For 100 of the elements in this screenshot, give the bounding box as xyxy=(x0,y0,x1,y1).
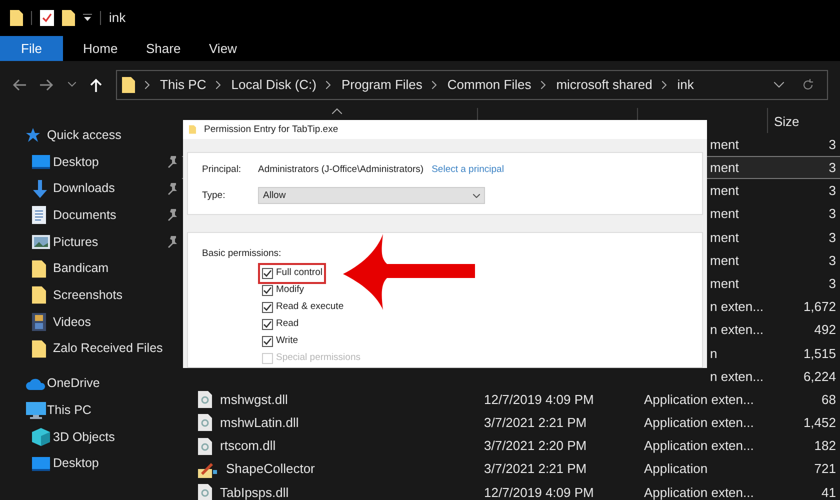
sidebar-item[interactable]: Quick access xyxy=(0,122,182,149)
sidebar-item[interactable]: Downloads xyxy=(0,175,182,202)
folder-icon xyxy=(10,10,23,26)
type-dropdown[interactable]: Allow xyxy=(258,187,485,204)
properties-icon[interactable] xyxy=(40,10,54,26)
folder-icon xyxy=(32,260,46,278)
up-icon[interactable] xyxy=(90,78,102,92)
breadcrumb-item[interactable]: This PC xyxy=(160,74,206,94)
dialog-title: Permission Entry for TabTip.exe xyxy=(204,122,338,137)
chevron-right-icon xyxy=(326,80,332,88)
file-name[interactable]: mshwgst.dll xyxy=(220,390,288,410)
file-name[interactable]: mshwLatin.dll xyxy=(220,413,299,433)
file-type: Application exten... xyxy=(644,484,754,500)
file-type: ment xyxy=(710,206,739,222)
breadcrumb-item[interactable]: ink xyxy=(677,74,694,94)
chevron-right-icon xyxy=(216,80,222,88)
sidebar-item[interactable]: 3D Objects xyxy=(0,424,182,450)
file-type: ment xyxy=(710,230,739,245)
file-size: 3 xyxy=(828,183,836,198)
file-size: 182 xyxy=(814,438,836,454)
document-icon xyxy=(32,206,46,224)
chevron-down-icon xyxy=(473,194,480,198)
desktop-icon xyxy=(32,155,50,170)
file-name[interactable]: ShapeCollector xyxy=(226,459,315,479)
file-size: 721 xyxy=(814,461,836,476)
ribbon-tab[interactable]: View xyxy=(189,36,252,61)
sidebar-item[interactable]: Bandicam xyxy=(0,255,182,282)
back-icon[interactable] xyxy=(12,78,26,90)
cloud-icon xyxy=(26,378,46,390)
file-size: 492 xyxy=(814,322,836,338)
file-type: ment xyxy=(710,276,739,291)
breadcrumb-item[interactable]: Program Files xyxy=(341,74,422,94)
sort-caret-icon[interactable] xyxy=(332,108,342,114)
sidebar-item[interactable]: Screenshots xyxy=(0,282,182,309)
permission-checkbox[interactable]: Full control xyxy=(258,263,326,284)
sidebar-item[interactable]: Desktop xyxy=(0,148,182,176)
file-date: 3/7/2021 2:20 PM xyxy=(484,438,587,454)
folder-icon xyxy=(62,10,75,26)
file-type: n exten... xyxy=(710,322,764,338)
dropdown-icon[interactable] xyxy=(83,14,92,22)
sidebar-item[interactable]: This PC xyxy=(0,396,182,424)
chevron-down-icon[interactable] xyxy=(68,82,76,87)
pin-icon[interactable] xyxy=(166,182,178,195)
pin-icon[interactable] xyxy=(166,209,178,222)
arrow-icon xyxy=(343,234,476,310)
file-size: 6,224 xyxy=(803,368,836,384)
file-name[interactable]: TabIpsps.dll xyxy=(220,482,289,500)
breadcrumb-item[interactable]: Local Disk (C:) xyxy=(231,74,316,94)
principal-label: Principal: xyxy=(202,162,242,177)
file-type: Application exten... xyxy=(644,415,754,430)
breadcrumb-item[interactable]: microsoft shared xyxy=(556,74,652,94)
ribbon-tab[interactable]: File xyxy=(0,36,63,61)
refresh-icon[interactable] xyxy=(802,78,814,90)
sidebar-item[interactable]: Pictures xyxy=(0,228,182,256)
file-type: n exten... xyxy=(710,299,764,314)
sidebar-item[interactable]: Videos xyxy=(0,308,182,336)
file-type: ment xyxy=(710,136,739,152)
window-title: ink xyxy=(109,9,126,28)
chevron-right-icon xyxy=(662,80,668,88)
select-principal-link[interactable]: Select a principal xyxy=(432,162,504,178)
pictures-icon xyxy=(32,235,50,250)
file-date: 12/7/2019 4:09 PM xyxy=(484,484,594,500)
chevron-right-icon xyxy=(541,80,546,88)
chevron-right-icon xyxy=(145,80,150,88)
film-icon xyxy=(32,313,46,332)
file-type: n exten... xyxy=(710,368,764,384)
file-size: 3 xyxy=(828,160,836,176)
file-size: 1,672 xyxy=(803,299,836,314)
file-size: 41 xyxy=(822,484,836,500)
permissions-label: Basic permissions: xyxy=(202,246,282,261)
cube-icon xyxy=(32,428,50,446)
pin-icon[interactable] xyxy=(166,156,178,168)
sidebar-item[interactable]: Documents xyxy=(0,202,182,229)
file-type: ment xyxy=(710,183,739,198)
file-size: 3 xyxy=(828,252,836,268)
ribbon-tab[interactable]: Home xyxy=(63,36,126,61)
ribbon-tab[interactable]: Share xyxy=(126,36,189,61)
forward-icon[interactable] xyxy=(40,78,54,90)
file-date: 3/7/2021 2:21 PM xyxy=(484,415,587,430)
principal-value: Administrators (J-Office\Administrators) xyxy=(258,162,424,177)
file-size: 3 xyxy=(828,136,836,152)
sidebar-item[interactable]: Zalo Received Files xyxy=(0,336,182,362)
file-gear-icon xyxy=(198,438,212,455)
file-type: Application exten... xyxy=(644,438,754,454)
file-size: 1,452 xyxy=(803,415,836,430)
file-type: ment xyxy=(710,160,739,176)
type-label: Type: xyxy=(202,188,226,203)
file-type: ment xyxy=(710,252,739,268)
file-date: 12/7/2019 4:09 PM xyxy=(484,392,594,407)
breadcrumb-item[interactable]: Common Files xyxy=(447,74,532,94)
file-type: Application exten... xyxy=(644,392,754,407)
file-size: 3 xyxy=(828,276,836,291)
file-gear-icon xyxy=(198,391,212,408)
sidebar-item[interactable]: Desktop xyxy=(0,450,182,477)
sidebar-item[interactable]: OneDrive xyxy=(0,370,182,397)
column-header[interactable]: Size xyxy=(768,108,800,133)
pin-icon[interactable] xyxy=(166,236,178,248)
address-bar[interactable]: This PC Local Disk (C:) Program Files Common Files microsoft shared ink xyxy=(116,70,828,100)
file-name[interactable]: rtscom.dll xyxy=(220,436,276,456)
chevron-down-icon[interactable] xyxy=(774,82,784,88)
